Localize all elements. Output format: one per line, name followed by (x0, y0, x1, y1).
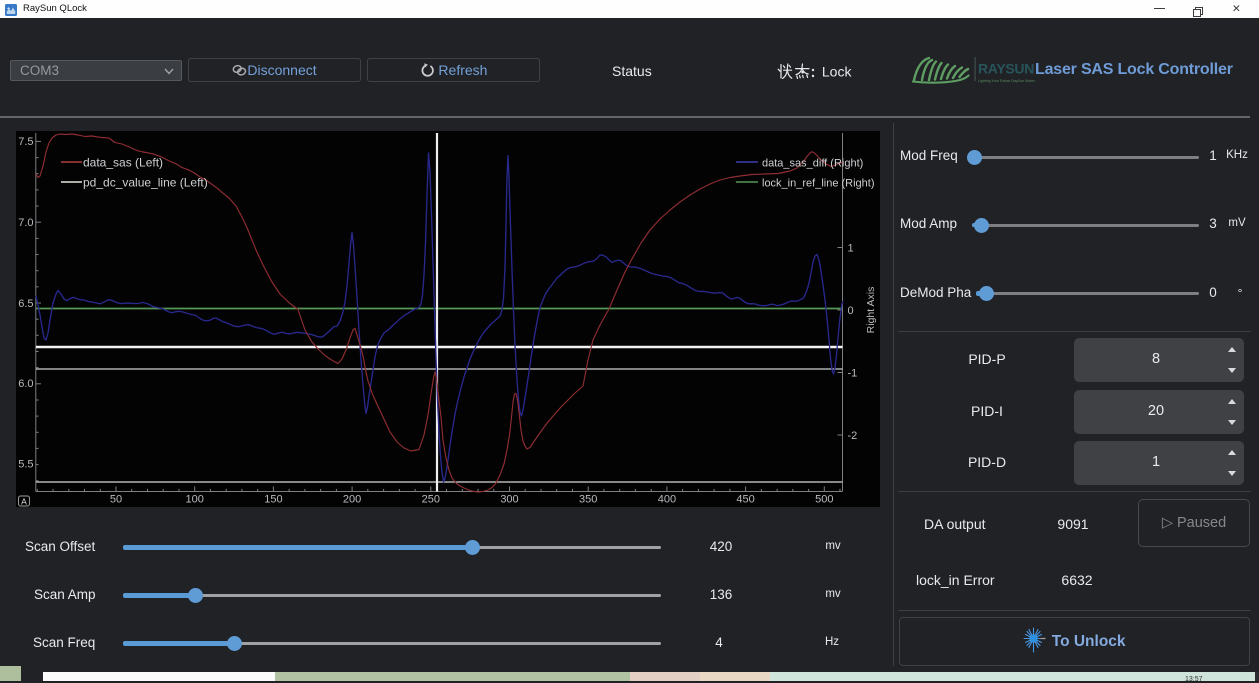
svg-text:RAYSUN: RAYSUN (978, 61, 1034, 77)
svg-text:5.5: 5.5 (18, 459, 33, 471)
svg-text:1: 1 (848, 242, 854, 254)
svg-text:-1: -1 (848, 367, 858, 379)
svg-text:350: 350 (579, 494, 597, 506)
svg-text:Right Axis: Right Axis (865, 287, 877, 334)
svg-text:200: 200 (343, 494, 361, 506)
svg-text:7.0: 7.0 (18, 217, 33, 229)
svg-text:400: 400 (658, 494, 676, 506)
svg-text:data_sas (Left): data_sas (Left) (83, 156, 163, 170)
svg-text:300: 300 (500, 494, 518, 506)
svg-text:250: 250 (422, 494, 440, 506)
svg-text:0: 0 (848, 305, 854, 317)
svg-text:150: 150 (264, 494, 282, 506)
svg-text:lock_in_ref_line (Right): lock_in_ref_line (Right) (762, 178, 875, 190)
svg-text:-2: -2 (848, 430, 858, 442)
svg-text:Lighting Your Future DaySun Vi: Lighting Your Future DaySun Vision (978, 79, 1035, 83)
svg-text:500: 500 (815, 494, 833, 506)
svg-text:50: 50 (110, 494, 122, 506)
svg-text:6.0: 6.0 (18, 378, 33, 390)
svg-text:A: A (21, 497, 27, 507)
svg-text:pd_dc_value_line (Left): pd_dc_value_line (Left) (83, 176, 208, 190)
svg-text:100: 100 (186, 494, 204, 506)
svg-text:450: 450 (736, 494, 754, 506)
svg-text:7.5: 7.5 (18, 136, 33, 148)
svg-text:data_sas_diff (Right): data_sas_diff (Right) (762, 158, 863, 170)
svg-text:6.5: 6.5 (18, 298, 33, 310)
